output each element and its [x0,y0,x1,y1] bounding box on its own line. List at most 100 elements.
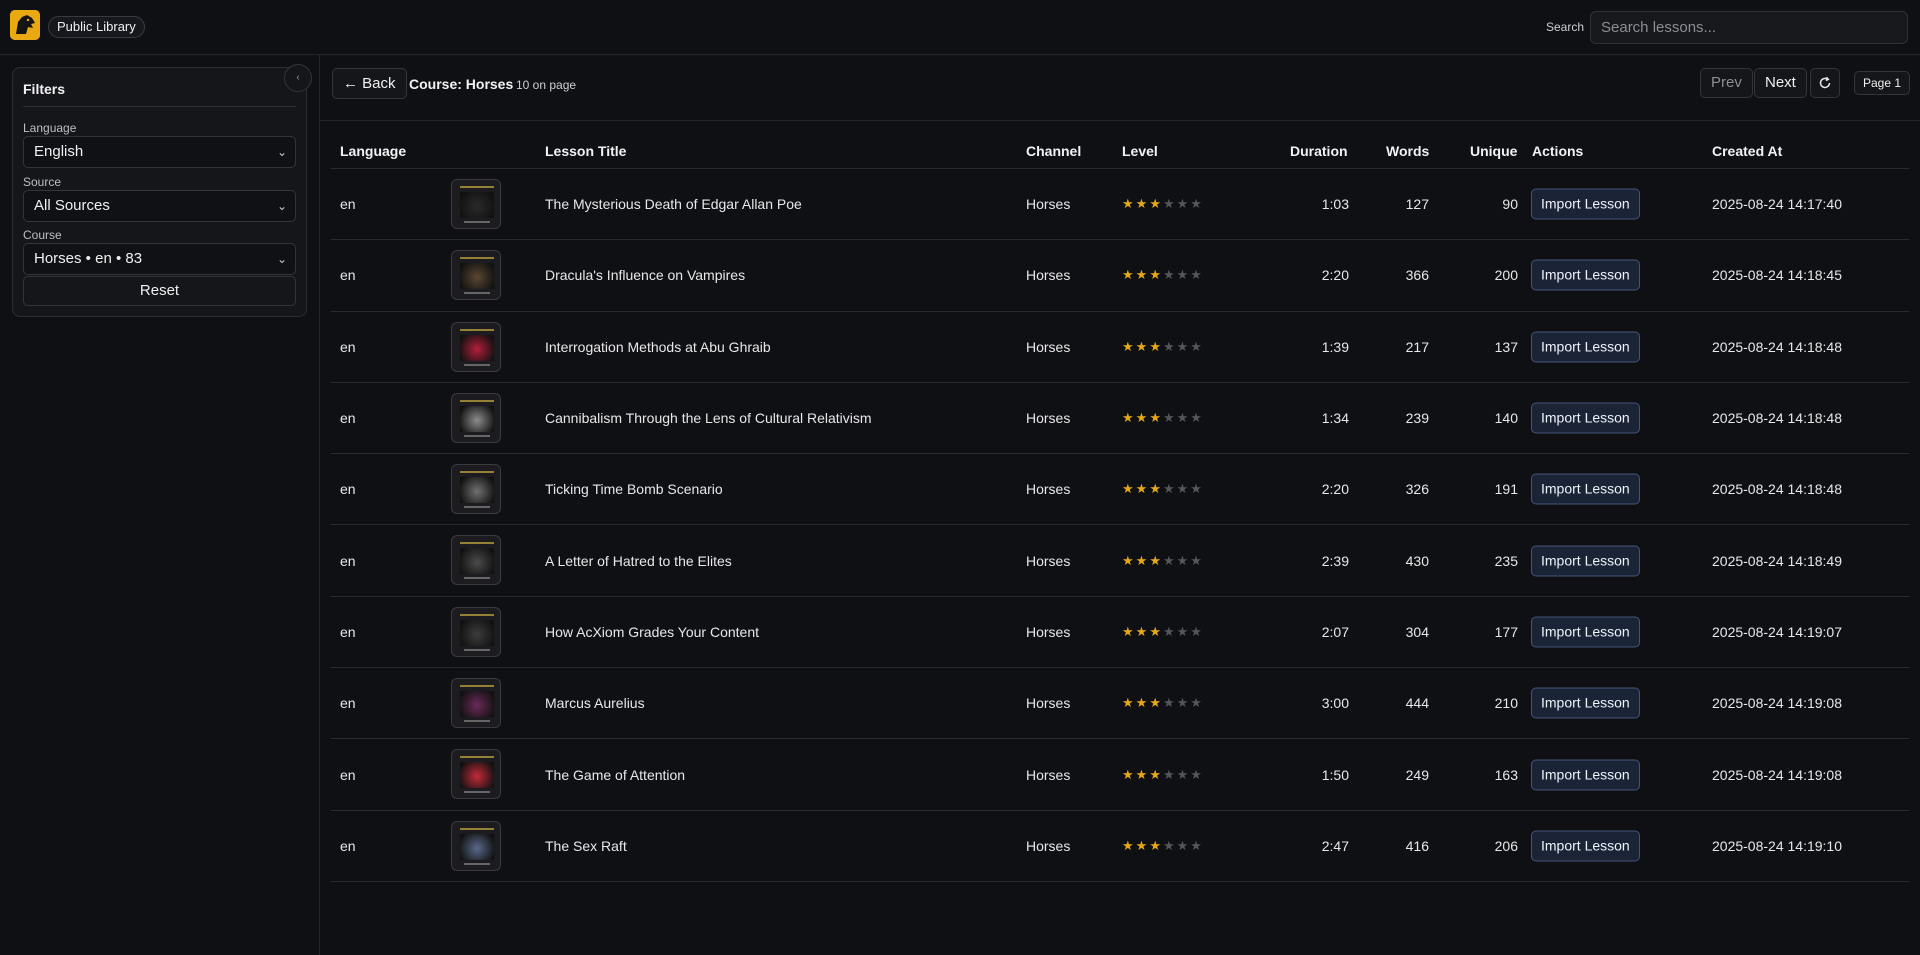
lesson-title[interactable]: Ticking Time Bomb Scenario [545,481,723,497]
course-label: Course [23,228,62,242]
lesson-title[interactable]: A Letter of Hatred to the Elites [545,553,732,569]
thumbnail-image [460,192,494,218]
lesson-channel: Horses [1026,695,1071,712]
table-row[interactable]: en A Letter of Hatred to the Elites Hors… [331,525,1909,597]
import-lesson-button[interactable]: Import Lesson [1531,687,1640,719]
lesson-channel: Horses [1026,623,1071,640]
logo-icon[interactable] [10,10,40,40]
language-select[interactable]: English ⌄ [23,136,296,168]
chevron-down-icon: ⌄ [276,145,287,159]
star-icon: ★ [1122,695,1136,711]
import-lesson-button[interactable]: Import Lesson [1531,830,1640,862]
table-row[interactable]: en The Mysterious Death of Edgar Allan P… [331,169,1909,241]
star-icon: ★ [1162,481,1177,497]
level-stars: ★★★★★★ [1122,339,1204,355]
lesson-title[interactable]: Marcus Aurelius [545,695,645,711]
page-count: 10 on page [516,78,577,92]
import-lesson-button[interactable]: Import Lesson [1531,402,1640,434]
import-lesson-button[interactable]: Import Lesson [1531,259,1640,291]
star-icon: ★ [1122,837,1136,853]
refresh-button[interactable] [1810,68,1840,98]
star-icon: ★ [1162,837,1177,853]
table-row[interactable]: en The Sex Raft Horses ★★★★★★ 2:47 416 2… [331,811,1909,882]
lesson-thumbnail[interactable] [451,321,501,372]
course-select[interactable]: Horses • en • 83 ⌄ [23,243,296,275]
lesson-thumbnail[interactable] [451,678,501,729]
lesson-thumbnail[interactable] [451,250,501,301]
table-row[interactable]: en Cannibalism Through the Lens of Cultu… [331,383,1909,455]
lesson-created-at: 2025-08-24 14:18:48 [1712,410,1842,427]
lesson-unique: 191 [1494,481,1518,498]
lesson-thumbnail[interactable] [451,749,501,800]
thumbnail-image [460,762,494,789]
table-row[interactable]: en How AcXiom Grades Your Content Horses… [331,597,1909,669]
col-level[interactable]: Level [1122,143,1158,159]
source-select[interactable]: All Sources ⌄ [23,190,296,222]
lesson-created-at: 2025-08-24 14:18:49 [1712,552,1842,569]
import-lesson-button[interactable]: Import Lesson [1531,188,1640,220]
star-icon: ★ [1176,695,1191,711]
import-lesson-button[interactable]: Import Lesson [1531,616,1640,648]
col-created[interactable]: Created At [1712,143,1782,159]
table-row[interactable]: en Marcus Aurelius Horses ★★★★★★ 3:00 44… [331,668,1909,740]
collapse-sidebar-button[interactable]: ‹ [284,64,312,92]
public-library-button[interactable]: Public Library [48,16,145,38]
lesson-title[interactable]: The Mysterious Death of Edgar Allan Poe [545,196,802,212]
lesson-thumbnail[interactable] [451,464,501,515]
lesson-title[interactable]: The Sex Raft [545,838,627,854]
col-title[interactable]: Lesson Title [545,143,626,159]
col-duration[interactable]: Duration [1290,143,1348,159]
table-row[interactable]: en The Game of Attention Horses ★★★★★★ 1… [331,739,1909,811]
lesson-unique: 235 [1494,552,1518,569]
lesson-title[interactable]: Interrogation Methods at Abu Ghraib [545,339,771,355]
col-actions: Actions [1532,143,1584,159]
star-icon: ★ [1149,196,1163,212]
lesson-created-at: 2025-08-24 14:18:45 [1712,267,1842,284]
lesson-title[interactable]: Dracula's Influence on Vampires [545,267,745,283]
col-language[interactable]: Language [340,143,406,159]
next-button[interactable]: Next [1754,68,1807,98]
star-icon: ★ [1149,837,1163,853]
star-icon: ★ [1135,481,1150,497]
divider [23,106,296,107]
star-icon: ★ [1190,338,1204,354]
import-lesson-button[interactable]: Import Lesson [1531,331,1640,363]
col-words[interactable]: Words [1386,143,1429,159]
lesson-thumbnail[interactable] [451,535,501,586]
star-icon: ★ [1190,766,1204,782]
lesson-title[interactable]: Cannibalism Through the Lens of Cultural… [545,410,872,426]
lesson-thumbnail[interactable] [451,179,501,229]
star-icon: ★ [1176,410,1191,426]
table-row[interactable]: en Dracula's Influence on Vampires Horse… [331,240,1909,312]
lesson-thumbnail[interactable] [451,820,501,871]
star-icon: ★ [1190,837,1204,853]
lesson-thumbnail[interactable] [451,606,501,657]
col-channel[interactable]: Channel [1026,143,1081,159]
lesson-words: 366 [1405,267,1429,284]
star-icon: ★ [1135,196,1150,212]
prev-button[interactable]: Prev [1700,68,1753,98]
search-input[interactable] [1590,11,1908,44]
lesson-title[interactable]: The Game of Attention [545,767,685,783]
table-row[interactable]: en Ticking Time Bomb Scenario Horses ★★★… [331,454,1909,526]
lesson-language: en [340,196,356,213]
lesson-words: 217 [1405,338,1429,355]
back-button[interactable]: ← Back [332,68,407,99]
import-lesson-button[interactable]: Import Lesson [1531,473,1640,505]
lesson-title[interactable]: How AcXiom Grades Your Content [545,624,759,640]
import-lesson-button[interactable]: Import Lesson [1531,545,1640,577]
thumbnail-image [460,263,494,290]
reset-button[interactable]: Reset [23,276,296,306]
star-icon: ★ [1122,623,1136,639]
lesson-created-at: 2025-08-24 14:19:10 [1712,837,1842,854]
col-unique[interactable]: Unique [1470,143,1517,159]
table-row[interactable]: en Interrogation Methods at Abu Ghraib H… [331,312,1909,383]
lesson-unique: 200 [1494,267,1518,284]
language-select-value: English [34,143,84,160]
page-indicator: Page 1 [1854,71,1911,95]
star-icon: ★ [1149,410,1163,426]
lesson-channel: Horses [1026,552,1071,569]
lesson-words: 430 [1405,552,1429,569]
lesson-thumbnail[interactable] [451,392,501,443]
import-lesson-button[interactable]: Import Lesson [1531,759,1640,791]
